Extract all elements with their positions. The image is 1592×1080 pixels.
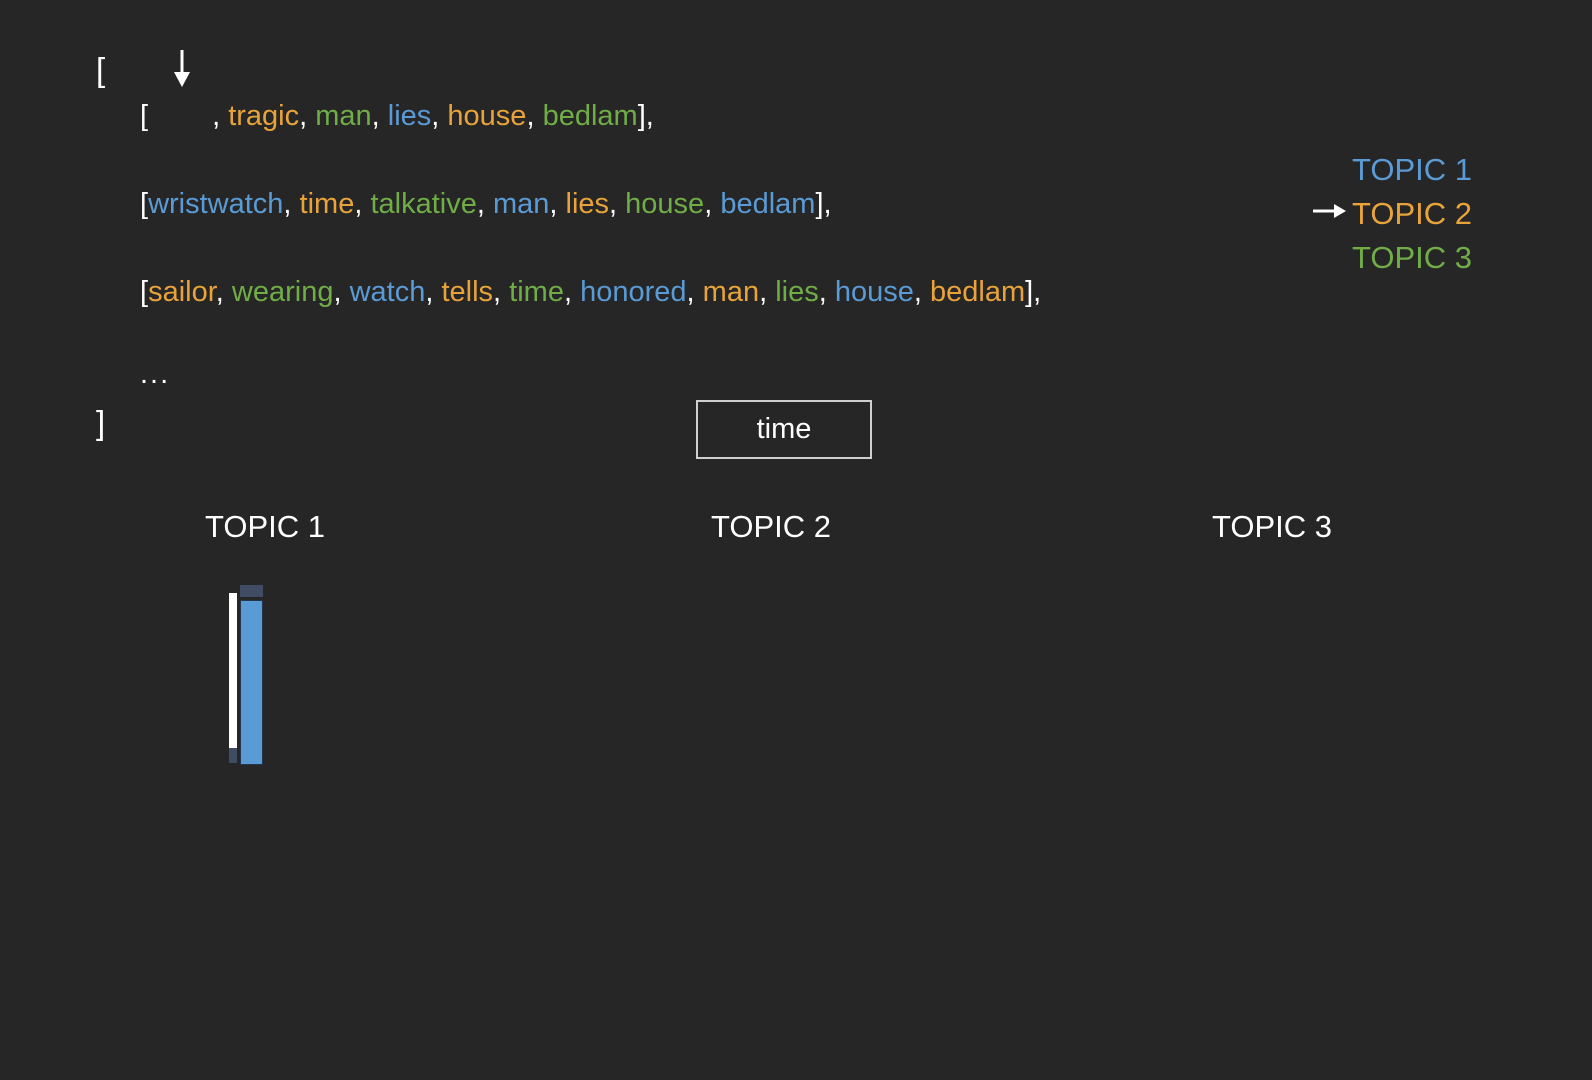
word-token: watch xyxy=(350,276,426,308)
word-token: honored xyxy=(580,276,686,308)
token-separator: , xyxy=(549,188,565,220)
token-separator: , xyxy=(477,188,493,220)
histogram-header-topic-2: TOPIC 2 xyxy=(711,509,831,545)
token-separator: , xyxy=(687,276,703,308)
word-token: time xyxy=(300,188,355,220)
word-token: man xyxy=(315,100,371,132)
token-separator: , xyxy=(759,276,775,308)
right-arrow-icon xyxy=(1312,203,1346,224)
word-token: wearing xyxy=(232,276,334,308)
word-token: house xyxy=(835,276,914,308)
token-separator: , xyxy=(372,100,388,132)
token-separator: , xyxy=(431,100,447,132)
legend-topic-2: TOPIC 2 xyxy=(1352,195,1472,233)
token-separator: , xyxy=(216,276,232,308)
document-row: [sailor, wearing, watch, tells, time, ho… xyxy=(140,273,1041,311)
doc-open-bracket: [ xyxy=(140,100,148,132)
topic1-outline-bar-base xyxy=(229,748,237,763)
histogram-header-topic-1: TOPIC 1 xyxy=(205,509,325,545)
doc-close-bracket: ], xyxy=(815,188,831,220)
token-separator: , xyxy=(914,276,930,308)
document-row: [, tragic, man, lies, house, bedlam], xyxy=(140,97,654,135)
token-separator: , xyxy=(354,188,370,220)
word-token: man xyxy=(493,188,549,220)
word-token: house xyxy=(447,100,526,132)
word-token: talkative xyxy=(370,188,476,220)
token-separator: , xyxy=(212,100,228,132)
histogram-header-topic-3: TOPIC 3 xyxy=(1212,509,1332,545)
word-token: bedlam xyxy=(543,100,638,132)
doc-open-bracket: [ xyxy=(140,276,148,308)
token-separator: , xyxy=(526,100,542,132)
word-token: tells xyxy=(441,276,493,308)
legend-topic-1: TOPIC 1 xyxy=(1352,151,1472,189)
doc-open-bracket: [ xyxy=(140,188,148,220)
token-separator: , xyxy=(609,188,625,220)
sampled-word-label: time xyxy=(757,413,812,446)
word-token: wristwatch xyxy=(148,188,283,220)
corpus-ellipsis: ... xyxy=(140,358,170,391)
doc-close-bracket: ], xyxy=(638,100,654,132)
word-token: sailor xyxy=(148,276,216,308)
slide-canvas: [ [, tragic, man, lies, house, bedlam], … xyxy=(0,0,1592,1080)
word-token: lies xyxy=(775,276,819,308)
word-token: man xyxy=(703,276,759,308)
word-token: time xyxy=(509,276,564,308)
token-separator: , xyxy=(299,100,315,132)
token-separator: , xyxy=(564,276,580,308)
down-arrow-icon xyxy=(173,48,191,93)
corpus-open-bracket: [ xyxy=(96,50,105,90)
document-row: [wristwatch, time, talkative, man, lies,… xyxy=(140,185,832,223)
word-token: house xyxy=(625,188,704,220)
token-separator: , xyxy=(283,188,299,220)
topic1-count-bar xyxy=(240,600,263,765)
token-separator: , xyxy=(425,276,441,308)
word-token: tragic xyxy=(228,100,299,132)
corpus-close-bracket: ] xyxy=(96,403,105,443)
token-separator: , xyxy=(704,188,720,220)
token-separator: , xyxy=(333,276,349,308)
sampled-word-box: time xyxy=(696,400,872,459)
doc-close-bracket: ], xyxy=(1025,276,1041,308)
word-token: bedlam xyxy=(930,276,1025,308)
legend-topic-3: TOPIC 3 xyxy=(1352,239,1472,277)
word-token: bedlam xyxy=(720,188,815,220)
token-separator: , xyxy=(819,276,835,308)
topic1-count-bar-cap xyxy=(240,585,263,597)
token-separator: , xyxy=(493,276,509,308)
topic1-outline-bar xyxy=(229,593,237,748)
word-token: lies xyxy=(566,188,610,220)
word-token: lies xyxy=(388,100,432,132)
